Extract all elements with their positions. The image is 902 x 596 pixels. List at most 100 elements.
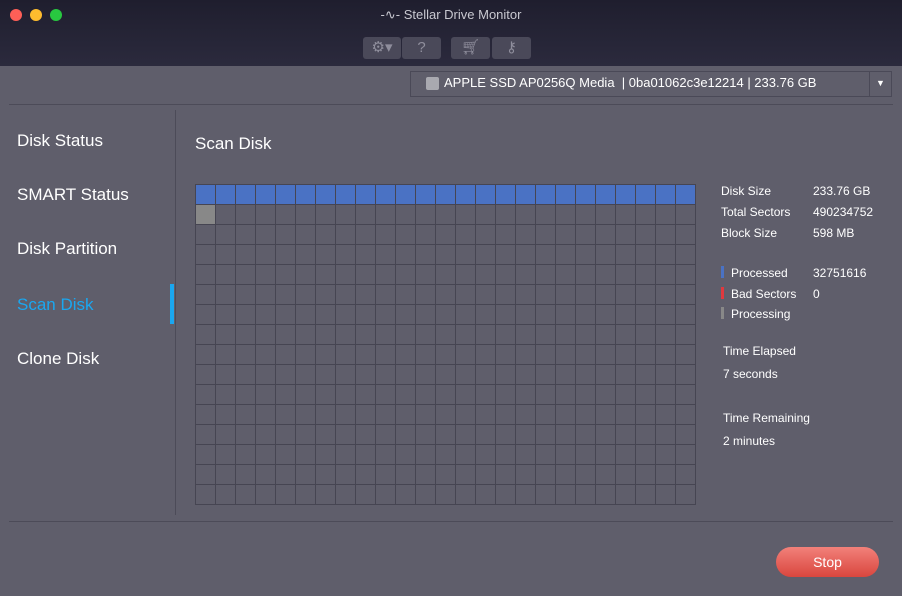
pending-block bbox=[596, 325, 616, 345]
pending-block bbox=[476, 265, 496, 285]
pending-block bbox=[516, 405, 536, 425]
pending-block bbox=[456, 405, 476, 425]
pending-block bbox=[616, 425, 636, 445]
pending-block bbox=[656, 205, 676, 225]
pending-block bbox=[336, 365, 356, 385]
pending-block bbox=[556, 265, 576, 285]
pending-block bbox=[436, 305, 456, 325]
pending-block bbox=[336, 265, 356, 285]
pending-block bbox=[476, 445, 496, 465]
pending-block bbox=[656, 425, 676, 445]
pending-block bbox=[256, 485, 276, 505]
pending-block bbox=[676, 325, 696, 345]
pending-block bbox=[336, 325, 356, 345]
pending-block bbox=[616, 345, 636, 365]
pending-block bbox=[336, 405, 356, 425]
pending-block bbox=[576, 325, 596, 345]
pending-block bbox=[596, 465, 616, 485]
pending-block bbox=[416, 345, 436, 365]
pending-block bbox=[656, 305, 676, 325]
pending-block bbox=[336, 485, 356, 505]
pending-block bbox=[236, 205, 256, 225]
pending-block bbox=[416, 445, 436, 465]
pending-block bbox=[416, 405, 436, 425]
pending-block bbox=[296, 465, 316, 485]
processed-block bbox=[596, 185, 616, 205]
pending-block bbox=[256, 365, 276, 385]
pending-block bbox=[196, 365, 216, 385]
pending-block bbox=[576, 485, 596, 505]
pending-block bbox=[556, 285, 576, 305]
pending-block bbox=[356, 325, 376, 345]
pending-block bbox=[576, 365, 596, 385]
pending-block bbox=[576, 445, 596, 465]
sidebar-item-disk-status[interactable]: Disk Status bbox=[17, 131, 103, 151]
disk-size-value: 233.76 GB bbox=[813, 184, 871, 198]
pending-block bbox=[556, 365, 576, 385]
sidebar-item-smart-status[interactable]: SMART Status bbox=[17, 185, 129, 205]
pending-block bbox=[476, 305, 496, 325]
stop-button[interactable]: Stop bbox=[776, 547, 879, 577]
pending-block bbox=[416, 265, 436, 285]
pending-block bbox=[596, 425, 616, 445]
pending-block bbox=[436, 325, 456, 345]
pending-block bbox=[676, 305, 696, 325]
pending-block bbox=[676, 345, 696, 365]
pending-block bbox=[616, 245, 636, 265]
pending-block bbox=[296, 305, 316, 325]
pending-block bbox=[636, 365, 656, 385]
sidebar-item-scan-disk[interactable]: Scan Disk bbox=[17, 295, 94, 315]
pending-block bbox=[416, 385, 436, 405]
pending-block bbox=[236, 465, 256, 485]
pending-block bbox=[316, 465, 336, 485]
pending-block bbox=[276, 485, 296, 505]
chevron-down-icon[interactable]: ▼ bbox=[869, 72, 891, 96]
sidebar-item-disk-partition[interactable]: Disk Partition bbox=[17, 239, 117, 259]
pending-block bbox=[636, 465, 656, 485]
pending-block bbox=[496, 285, 516, 305]
processed-block bbox=[196, 185, 216, 205]
pending-block bbox=[216, 485, 236, 505]
pending-block bbox=[456, 465, 476, 485]
scan-grid bbox=[195, 184, 696, 505]
pending-block bbox=[536, 445, 556, 465]
help-button[interactable]: ? bbox=[402, 37, 441, 59]
pending-block bbox=[236, 405, 256, 425]
pending-block bbox=[436, 425, 456, 445]
pending-block bbox=[576, 465, 596, 485]
pending-block bbox=[576, 405, 596, 425]
pending-block bbox=[196, 225, 216, 245]
pending-block bbox=[336, 445, 356, 465]
pending-block bbox=[516, 245, 536, 265]
pending-block bbox=[356, 445, 376, 465]
pending-block bbox=[516, 345, 536, 365]
pending-block bbox=[276, 385, 296, 405]
drive-icon bbox=[426, 77, 439, 90]
active-indicator bbox=[170, 284, 174, 324]
drive-select[interactable]: APPLE SSD AP0256Q Media | 0ba01062c3e122… bbox=[410, 71, 892, 97]
bad-sectors-label: Bad Sectors bbox=[731, 287, 797, 301]
processed-block bbox=[556, 185, 576, 205]
pending-block bbox=[536, 365, 556, 385]
pending-block bbox=[416, 205, 436, 225]
processed-block bbox=[676, 185, 696, 205]
pending-block bbox=[516, 325, 536, 345]
pending-block bbox=[256, 325, 276, 345]
settings-button[interactable]: ⚙▾ bbox=[363, 37, 401, 59]
pending-block bbox=[436, 225, 456, 245]
pending-block bbox=[196, 385, 216, 405]
pending-block bbox=[616, 365, 636, 385]
sidebar-item-clone-disk[interactable]: Clone Disk bbox=[17, 349, 99, 369]
pending-block bbox=[556, 225, 576, 245]
cart-button[interactable]: 🛒︎ bbox=[451, 37, 490, 59]
time-elapsed-label: Time Elapsed bbox=[723, 344, 796, 358]
pending-block bbox=[656, 345, 676, 365]
pending-block bbox=[456, 205, 476, 225]
pending-block bbox=[596, 245, 616, 265]
pending-block bbox=[496, 245, 516, 265]
processed-block bbox=[396, 185, 416, 205]
key-button[interactable]: ⚷ bbox=[492, 37, 531, 59]
pending-block bbox=[636, 305, 656, 325]
pending-block bbox=[556, 425, 576, 445]
pending-block bbox=[356, 365, 376, 385]
